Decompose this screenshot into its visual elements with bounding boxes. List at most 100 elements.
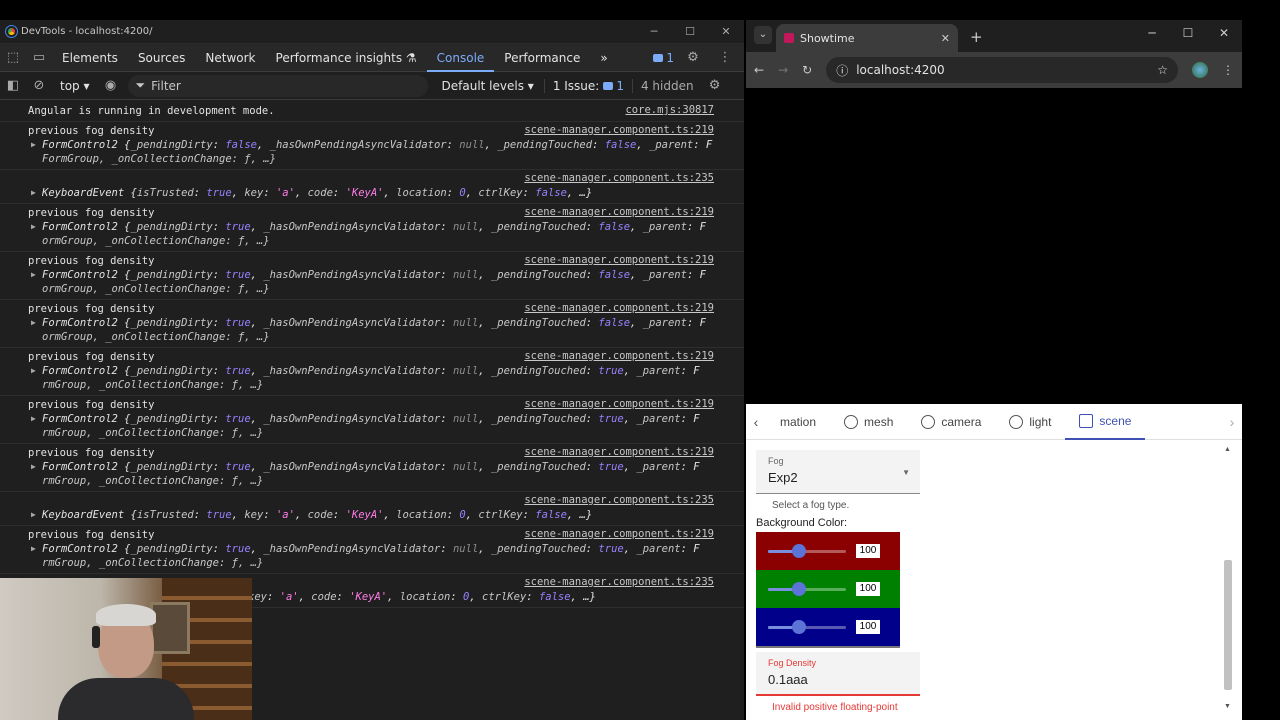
site-info-icon[interactable]: ⓘ <box>836 62 848 79</box>
tab-performance-insights[interactable]: Performance insights ⚗ <box>266 44 427 72</box>
green-channel-row: 100 <box>756 570 900 608</box>
new-tab-icon[interactable]: + <box>970 28 983 46</box>
source-link[interactable]: scene-manager.component.ts:219 <box>524 124 714 136</box>
form-control-object[interactable]: ▶ FormControl2 {_pendingDirty: false, _ha… <box>28 138 714 152</box>
browser-menu-icon[interactable]: ⋮ <box>1222 63 1234 77</box>
forward-icon[interactable]: → <box>778 63 788 77</box>
live-expression-eye-icon[interactable]: ◉ <box>98 78 124 93</box>
tabs-scroll-right-icon[interactable]: › <box>1222 414 1242 430</box>
back-icon[interactable]: ← <box>754 63 764 77</box>
source-link[interactable]: scene-manager.component.ts:219 <box>524 398 714 410</box>
source-link[interactable]: core.mjs:30817 <box>625 104 714 116</box>
scroll-down-icon[interactable]: ▼ <box>1224 703 1231 710</box>
fog-density-input[interactable]: Fog Density 0.1aaa <box>756 652 920 696</box>
source-link[interactable]: scene-manager.component.ts:219 <box>524 302 714 314</box>
minimize-icon[interactable]: ─ <box>636 25 672 38</box>
tab-mesh[interactable]: mesh <box>830 404 907 440</box>
red-slider-thumb[interactable] <box>791 544 806 558</box>
tab-scene[interactable]: scene <box>1065 404 1146 440</box>
tab-light[interactable]: light <box>995 404 1065 440</box>
minimize-icon[interactable]: ─ <box>1134 26 1170 40</box>
green-slider-thumb[interactable] <box>791 582 806 596</box>
console-settings-icon[interactable]: ⚙ <box>702 78 728 93</box>
expand-triangle-icon[interactable]: ▶ <box>31 268 36 282</box>
keyboard-event-object[interactable]: ▶ KeyboardEvent {isTrusted: true, key: 'a… <box>28 508 714 522</box>
source-link[interactable]: scene-manager.component.ts:219 <box>524 528 714 540</box>
url-field[interactable]: ⓘ localhost:4200 ☆ <box>826 57 1178 83</box>
blue-value-input[interactable]: 100 <box>856 620 880 634</box>
expand-triangle-icon[interactable]: ▶ <box>31 138 36 152</box>
tab-network[interactable]: Network <box>195 44 265 72</box>
dropdown-arrow-icon: ▼ <box>902 468 910 477</box>
expand-triangle-icon[interactable]: ▶ <box>31 412 36 426</box>
more-tabs-button[interactable]: » <box>590 44 617 72</box>
fog-type-select[interactable]: Fog Exp2 ▼ <box>756 450 920 494</box>
tab-performance[interactable]: Performance <box>494 44 590 72</box>
panel-scrollbar[interactable]: ▲ ▼ <box>1224 446 1232 710</box>
form-control-object[interactable]: ▶ FormControl2 {_pendingDirty: true, _has… <box>28 460 714 474</box>
keyboard-event-object[interactable]: ▶ KeyboardEvent {isTrusted: true, key: 'a… <box>28 186 714 200</box>
tab-search-icon[interactable]: ⌄ <box>754 26 772 44</box>
source-link[interactable]: scene-manager.component.ts:219 <box>524 446 714 458</box>
close-icon[interactable]: ✕ <box>708 25 744 38</box>
camera-icon <box>921 414 936 429</box>
source-link[interactable]: scene-manager.component.ts:219 <box>524 254 714 266</box>
browser-tab-showtime[interactable]: Showtime ✕ <box>776 24 958 52</box>
source-link[interactable]: scene-manager.component.ts:219 <box>524 206 714 218</box>
person-body <box>58 678 194 720</box>
red-value-input[interactable]: 100 <box>856 544 880 558</box>
extension-icon[interactable] <box>1192 62 1208 78</box>
expand-triangle-icon[interactable]: ▶ <box>31 508 36 522</box>
issues-badge[interactable]: 1 <box>653 51 674 65</box>
clear-console-icon[interactable]: ⊘ <box>26 78 52 93</box>
filter-input[interactable]: ⏷ Filter <box>127 74 428 97</box>
more-options-icon[interactable]: ⋮ <box>712 45 738 71</box>
scroll-up-icon[interactable]: ▲ <box>1224 446 1231 453</box>
bookmark-star-icon[interactable]: ☆ <box>1157 63 1168 77</box>
context-selector[interactable]: top ▾ <box>52 79 98 93</box>
tabs-scroll-left-icon[interactable]: ‹ <box>746 414 766 430</box>
tab-elements[interactable]: Elements <box>52 44 128 72</box>
form-control-object[interactable]: ▶ FormControl2 {_pendingDirty: true, _has… <box>28 220 714 234</box>
form-control-object[interactable]: ▶ FormControl2 {_pendingDirty: true, _has… <box>28 316 714 330</box>
source-link[interactable]: scene-manager.component.ts:219 <box>524 350 714 362</box>
source-link[interactable]: scene-manager.component.ts:235 <box>524 494 714 506</box>
expand-triangle-icon[interactable]: ▶ <box>31 460 36 474</box>
form-control-object[interactable]: ▶ FormControl2 {_pendingDirty: true, _has… <box>28 364 714 378</box>
device-toolbar-icon[interactable]: ▭ <box>26 45 52 71</box>
tab-camera[interactable]: camera <box>907 404 995 440</box>
maximize-icon[interactable]: ☐ <box>672 25 708 38</box>
blue-slider-thumb[interactable] <box>791 620 806 634</box>
expand-triangle-icon[interactable]: ▶ <box>31 186 36 200</box>
tab-animation[interactable]: mation <box>766 404 830 440</box>
settings-icon[interactable]: ⚙ <box>680 45 706 71</box>
expand-triangle-icon[interactable]: ▶ <box>31 364 36 378</box>
form-control-object[interactable]: ▶ FormControl2 {_pendingDirty: true, _has… <box>28 542 714 556</box>
expand-triangle-icon[interactable]: ▶ <box>31 542 36 556</box>
expand-triangle-icon[interactable]: ▶ <box>31 220 36 234</box>
green-value-input[interactable]: 100 <box>856 582 880 596</box>
log-levels-dropdown[interactable]: Default levels ▾ <box>432 78 545 93</box>
form-control-object[interactable]: ▶ FormControl2 {_pendingDirty: true, _has… <box>28 268 714 282</box>
message-text: Angular is running in development mode. <box>28 105 275 117</box>
form-control-object-cont: ormGroup, _onCollectionChange: ƒ, …} <box>42 283 270 295</box>
expand-triangle-icon[interactable]: ▶ <box>31 316 36 330</box>
fog-density-value: 0.1aaa <box>768 672 808 687</box>
form-control-object[interactable]: ▶ FormControl2 {_pendingDirty: true, _has… <box>28 412 714 426</box>
scrollbar-thumb[interactable] <box>1224 560 1232 690</box>
threejs-canvas[interactable] <box>746 88 1242 404</box>
inspect-element-icon[interactable]: ⬚ <box>0 45 26 71</box>
close-tab-icon[interactable]: ✕ <box>941 32 950 45</box>
form-control-object-cont: rmGroup, _onCollectionChange: ƒ, …} <box>42 379 264 391</box>
favicon-icon <box>784 33 794 43</box>
maximize-icon[interactable]: ☐ <box>1170 26 1206 40</box>
sidebar-toggle-icon[interactable]: ◧ <box>0 78 26 93</box>
message-icon <box>653 53 664 62</box>
reload-icon[interactable]: ↻ <box>802 63 812 77</box>
tab-console[interactable]: Console <box>426 44 495 72</box>
tab-sources[interactable]: Sources <box>128 44 195 72</box>
source-link[interactable]: scene-manager.component.ts:235 <box>524 172 714 184</box>
source-link[interactable]: scene-manager.component.ts:235 <box>524 576 714 588</box>
issues-button[interactable]: 1 Issue: 1 <box>545 78 633 93</box>
close-icon[interactable]: ✕ <box>1206 26 1242 40</box>
